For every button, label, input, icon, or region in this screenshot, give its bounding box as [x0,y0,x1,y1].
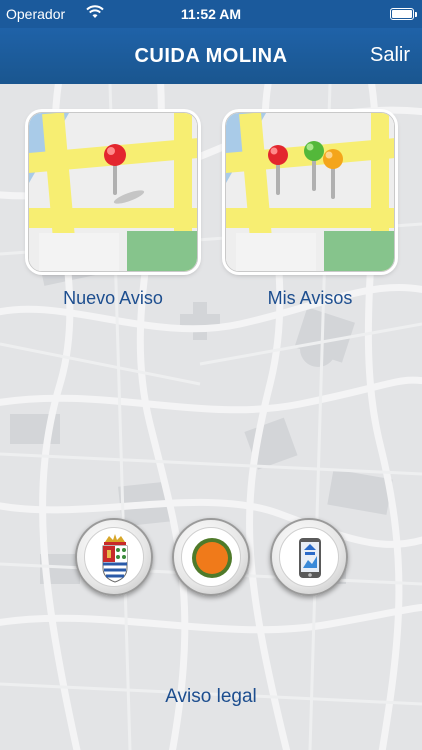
exit-button[interactable]: Salir [370,44,410,67]
town-hall-button[interactable] [75,518,153,596]
status-button[interactable] [172,518,250,596]
app-info-button[interactable] [270,518,348,596]
status-bar: Operador 11:52 AM [0,0,422,28]
status-time: 11:52 AM [180,6,242,22]
battery-icon [390,8,417,20]
new-report-label: Nuevo Aviso [63,288,163,308]
my-reports-tile[interactable]: Mis Avisos [225,112,395,309]
legal-notice-link[interactable]: Aviso legal [0,686,422,708]
page-title: CUIDA MOLINA [134,45,288,67]
mobile-app-icon [299,538,321,578]
multiple-pins-map-icon [225,112,395,272]
new-report-tile[interactable]: Nuevo Aviso [28,112,198,309]
orange-circle-icon [192,538,232,578]
single-pin-map-icon [28,112,198,272]
navigation-bar: CUIDA MOLINA Salir [0,28,422,84]
my-reports-label: Mis Avisos [267,288,353,308]
town-coat-of-arms-icon [102,534,128,583]
